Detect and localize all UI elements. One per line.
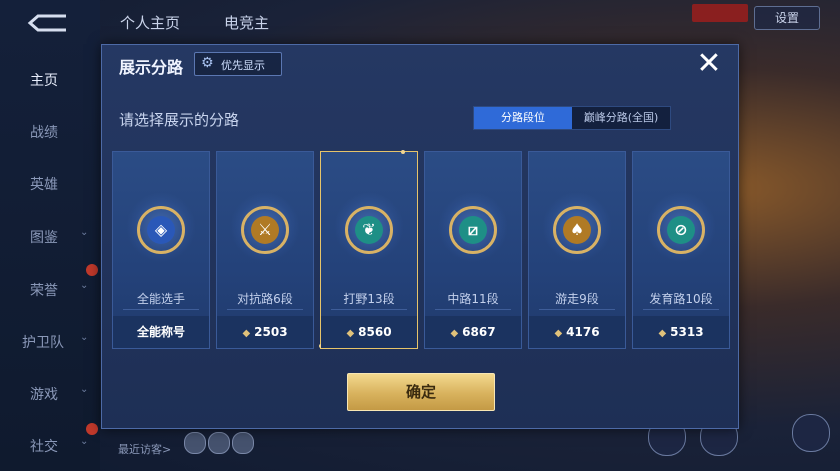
lane-footer: ◆ 6867 (425, 316, 521, 348)
nav-item-label: 社交 (30, 439, 58, 455)
nav-item-label: 游戏 (30, 387, 58, 403)
nav-item-label: 主页 (30, 73, 58, 89)
chevron-down-icon: ⌄ (80, 227, 89, 238)
tab-profile[interactable]: 个人主页 (120, 12, 180, 33)
lane-name: 对抗路6段 (237, 292, 293, 306)
nav-item-label: 护卫队 (22, 335, 64, 351)
lane-points: 全能称号 (136, 325, 185, 339)
divider (435, 309, 511, 310)
lane-points: 2503 (254, 325, 288, 339)
tab-esports[interactable]: 电竞主 (224, 12, 269, 33)
lane-footer: ◆ 5313 (633, 316, 729, 348)
dialog-title: 展示分路 (119, 58, 184, 77)
tab-lane-rank[interactable]: 分路段位 (474, 107, 572, 129)
lane-card-roam[interactable]: ♠ 游走9段 ◆ 4176 (528, 151, 626, 349)
roam-emblem-icon: ♠ (553, 206, 601, 254)
divider (331, 309, 407, 310)
nav-item-label: 战绩 (30, 125, 58, 141)
priority-display-button[interactable]: ⚙ 优先显示 (194, 52, 282, 76)
priority-display-label: 优先显示 (221, 59, 265, 72)
lane-card-mid[interactable]: ⧄ 中路11段 ◆ 6867 (424, 151, 522, 349)
lane-display-dialog: 展示分路 ⚙ 优先显示 ✕ 请选择展示的分路 分路段位 巅峰分路(全国) ◈ 全… (101, 44, 739, 429)
rank-star-icon: ◆ (450, 328, 459, 339)
settings-button[interactable]: 设置 (754, 6, 820, 30)
nav-item-label: 英雄 (30, 177, 58, 193)
visitor-avatar[interactable] (184, 432, 206, 454)
lane-name: 全能选手 (136, 292, 185, 306)
nav-item-label: 图鉴 (30, 230, 58, 246)
lane-points: 4176 (566, 325, 600, 339)
clash-lane-emblem-icon: ⚔ (241, 206, 289, 254)
chevron-down-icon: ⌄ (80, 280, 89, 291)
lane-points: 8560 (358, 325, 392, 339)
rank-star-icon: ◆ (658, 328, 667, 339)
jungle-emblem-icon: ❦ (345, 206, 393, 254)
new-badge (86, 264, 98, 276)
lane-mode-toggle: 分路段位 巅峰分路(全国) (473, 106, 671, 130)
emblem-glyph: ⚔ (257, 220, 273, 239)
lane-points: 5313 (670, 325, 704, 339)
visitor-avatar[interactable] (232, 432, 254, 454)
lane-name: 发育路10段 (649, 292, 713, 306)
selection-corner (401, 150, 405, 154)
left-nav: 主页 战绩 英雄 图鉴 ⌄ 荣誉 ⌄ 护卫队 ⌄ 游戏 ⌄ 社交 ⌄ (0, 0, 100, 471)
chevron-down-icon: ⌄ (80, 332, 89, 343)
lane-name: 游走9段 (555, 292, 599, 306)
lane-card-list: ◈ 全能选手 全能称号 ⚔ 对抗路6段 ◆ 2503 ❦ 打野13段 ◆ 856… (112, 150, 730, 349)
visitor-avatar[interactable] (208, 432, 230, 454)
emblem-glyph: ⧄ (467, 220, 479, 239)
emblem-glyph: ⊘ (674, 220, 688, 239)
all-round-emblem-icon: ◈ (137, 206, 185, 254)
gear-icon: ⚙ (201, 55, 214, 71)
back-arrow-icon[interactable] (26, 12, 70, 34)
emblem-glyph: ❦ (362, 220, 376, 239)
chevron-down-icon: ⌄ (80, 436, 89, 447)
switch-hero-button[interactable] (792, 414, 830, 452)
close-icon[interactable]: ✕ (693, 49, 725, 81)
lane-card-farm[interactable]: ⊘ 发育路10段 ◆ 5313 (632, 151, 730, 349)
emblem-glyph: ◈ (154, 220, 168, 239)
divider (539, 309, 615, 310)
emblem-glyph: ♠ (569, 220, 585, 239)
nav-item-label: 荣誉 (30, 283, 58, 299)
lane-card-jungle[interactable]: ❦ 打野13段 ◆ 8560 (319, 150, 418, 349)
chevron-down-icon: ⌄ (80, 384, 89, 395)
dialog-subtitle: 请选择展示的分路 (119, 111, 240, 129)
rank-star-icon: ◆ (346, 328, 355, 339)
top-bar: 个人主页 电竞主 设置 (100, 0, 840, 40)
lane-footer: ◆ 8560 (321, 316, 417, 348)
lane-footer: 全能称号 (113, 316, 209, 348)
rank-star-icon: ◆ (242, 328, 251, 339)
farm-lane-emblem-icon: ⊘ (657, 206, 705, 254)
new-badge (86, 423, 98, 435)
recent-visitors-link[interactable]: 最近访客> (118, 441, 171, 457)
mid-lane-emblem-icon: ⧄ (449, 206, 497, 254)
lane-footer: ◆ 2503 (217, 316, 313, 348)
lane-name: 中路11段 (447, 292, 499, 306)
lane-card-all-round[interactable]: ◈ 全能选手 全能称号 (112, 151, 210, 349)
tab-peak-lane[interactable]: 巅峰分路(全国) (572, 107, 670, 129)
rank-star-icon: ◆ (554, 328, 563, 339)
lane-name: 打野13段 (343, 292, 395, 306)
confirm-button[interactable]: 确定 (347, 373, 495, 411)
divider (227, 309, 303, 310)
divider (643, 309, 719, 310)
lane-footer: ◆ 4176 (529, 316, 625, 348)
brand-logo (692, 4, 748, 22)
lane-points: 6867 (462, 325, 496, 339)
lane-card-clash[interactable]: ⚔ 对抗路6段 ◆ 2503 (216, 151, 314, 349)
divider (123, 309, 199, 310)
